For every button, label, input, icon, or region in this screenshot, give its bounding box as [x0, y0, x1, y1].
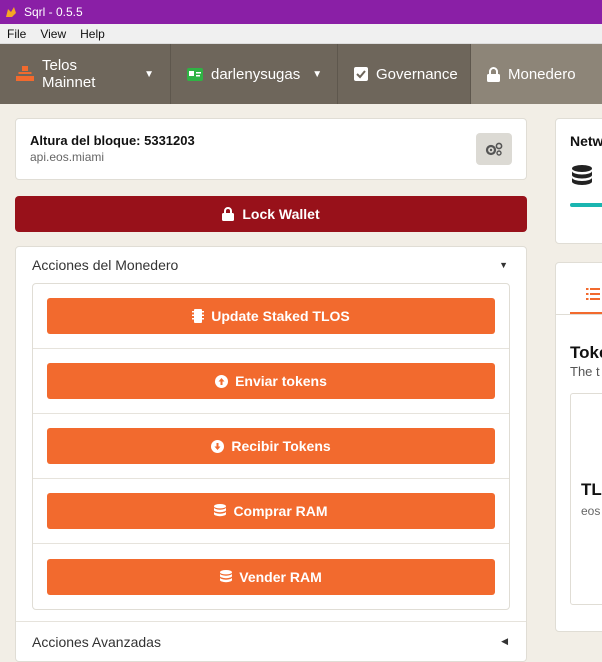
update-staked-label: Update Staked TLOS	[211, 308, 350, 324]
list-item: Vender RAM	[33, 544, 509, 609]
block-height: Altura del bloque: 5331203	[30, 133, 195, 148]
menu-view[interactable]: View	[33, 27, 73, 41]
nav-account-selector[interactable]: darlenysugas ▼	[171, 44, 338, 104]
sitemap-icon	[16, 66, 34, 82]
token-symbol: TL	[581, 480, 602, 499]
list-item: Comprar RAM	[33, 479, 509, 544]
tab-divider	[556, 314, 602, 315]
id-card-icon	[187, 67, 203, 81]
wallet-actions-title: Acciones del Monedero	[32, 257, 179, 273]
menu-bar: File View Help	[0, 24, 602, 44]
lock-icon	[222, 207, 235, 221]
chevron-down-icon: ▼	[312, 68, 323, 80]
chevron-down-icon: ▼	[144, 68, 154, 80]
cogs-icon	[485, 142, 503, 156]
nav-governance[interactable]: Governance	[338, 44, 471, 104]
wallet-actions-header[interactable]: Acciones del Monedero ▼	[16, 247, 526, 283]
nav-governance-label: Governance	[376, 65, 458, 83]
send-tokens-button[interactable]: Enviar tokens	[47, 363, 495, 399]
receive-tokens-button[interactable]: Recibir Tokens	[47, 428, 495, 464]
receive-tokens-label: Recibir Tokens	[231, 438, 331, 454]
menu-help[interactable]: Help	[73, 27, 112, 41]
database-icon	[220, 569, 233, 584]
lock-wallet-button[interactable]: Lock Wallet	[15, 196, 527, 232]
sell-ram-button[interactable]: Vender RAM	[47, 558, 495, 595]
lock-icon	[487, 66, 500, 82]
block-info-card: Altura del bloque: 5331203 api.eos.miami	[15, 118, 527, 180]
network-title: Netw	[570, 133, 602, 149]
send-tokens-label: Enviar tokens	[235, 373, 327, 389]
nav-network-selector[interactable]: Telos Mainnet ▼	[0, 44, 171, 104]
node-endpoint: api.eos.miami	[30, 150, 105, 164]
check-square-icon	[354, 67, 368, 81]
advanced-actions-header[interactable]: Acciones Avanzadas ◀	[16, 621, 526, 661]
nav-network-label: Telos Mainnet	[42, 57, 96, 91]
caret-left-icon: ◀	[501, 636, 508, 646]
arrow-circle-down-icon	[211, 439, 225, 453]
nav-wallet-label: Monedero	[508, 65, 576, 83]
advanced-actions-title: Acciones Avanzadas	[32, 633, 161, 650]
list-item: Recibir Tokens	[33, 414, 509, 479]
node-settings-button[interactable]	[476, 133, 512, 165]
arrow-circle-up-icon	[215, 374, 229, 388]
buy-ram-button[interactable]: Comprar RAM	[47, 493, 495, 529]
nav-account-label: darlenysugas	[211, 65, 301, 83]
network-card: Netw	[555, 118, 602, 244]
wallet-actions-accordion: Acciones del Monedero ▼ Update Staked TL…	[15, 246, 527, 662]
microchip-icon	[192, 309, 205, 323]
tokens-title: Toke	[570, 343, 602, 362]
update-staked-button[interactable]: Update Staked TLOS	[47, 298, 495, 334]
database-icon	[572, 165, 592, 185]
tokens-subtitle: The t	[570, 364, 600, 379]
list-icon[interactable]	[586, 288, 600, 300]
window-title: Sqrl - 0.5.5	[24, 5, 83, 19]
token-contract: eos	[581, 504, 601, 518]
menu-file[interactable]: File	[0, 27, 33, 41]
window-titlebar: Sqrl - 0.5.5	[0, 0, 602, 24]
tokens-card: Toke The t TL eos	[555, 262, 602, 632]
wallet-actions-list: Update Staked TLOS Enviar tokens Recibir…	[32, 283, 510, 610]
token-item-card[interactable]: TL eos	[570, 393, 602, 605]
lock-wallet-label: Lock Wallet	[242, 206, 320, 222]
list-item: Update Staked TLOS	[33, 284, 509, 349]
top-navbar: Telos Mainnet ▼ darlenysugas ▼ Governanc…	[0, 44, 602, 104]
database-icon	[214, 504, 227, 518]
sell-ram-label: Vender RAM	[239, 568, 322, 585]
buy-ram-label: Comprar RAM	[233, 503, 328, 519]
progress-bar	[570, 203, 602, 207]
nav-wallet[interactable]: Monedero	[471, 44, 602, 104]
list-item: Enviar tokens	[33, 349, 509, 414]
squirrel-app-icon	[6, 7, 16, 17]
caret-down-icon: ▼	[499, 260, 508, 270]
